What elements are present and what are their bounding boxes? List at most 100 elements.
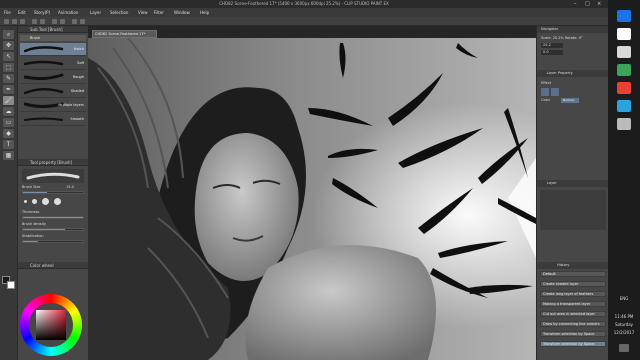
stabilization-label: Stabilization (22, 234, 44, 238)
app-icon[interactable] (617, 28, 631, 40)
undo-icon[interactable] (32, 19, 37, 24)
brush-item[interactable]: Soft (20, 57, 86, 70)
zoom-value-field[interactable]: 25.2 (541, 43, 563, 48)
size-preset-dot[interactable] (32, 199, 37, 204)
brush-stroke-preview (24, 88, 64, 95)
brush-group-tab[interactable]: Brush (20, 35, 86, 41)
layer-property-header: Layer Property (537, 70, 609, 77)
effect-icon[interactable] (541, 88, 549, 96)
eraser-tool-icon[interactable]: ▭ (3, 118, 14, 127)
brush-tool-icon[interactable]: 🖌 (3, 96, 14, 105)
deselect-icon[interactable] (80, 19, 85, 24)
title-bar: CHD82 Scene-Feathered 17* (5400 x 3600px… (0, 0, 608, 8)
history-item[interactable]: Create long layer of feathers (540, 291, 606, 297)
ruler-tool-icon[interactable]: ▦ (3, 151, 14, 160)
notification-icon[interactable] (619, 344, 629, 352)
tool-palette: ⌕ ✥ ↖ ⬚ ✎ ✒ 🖌 ☁ ▭ ◆ T ▦ (0, 26, 18, 360)
clear-icon[interactable] (52, 19, 57, 24)
minimize-button[interactable]: – (574, 1, 577, 7)
brush-name: Hatch (73, 47, 84, 51)
history-item[interactable]: Transform selection by Space (540, 331, 606, 337)
menu-layer[interactable]: Layer (90, 10, 101, 15)
brush-item[interactable]: Hatch (20, 43, 86, 56)
pen-tool-icon[interactable]: ✒ (3, 85, 14, 94)
document-tab[interactable]: CHD82 Scene-Feathered 17* (92, 30, 157, 38)
saturation-value-square[interactable] (36, 310, 66, 340)
brush-stroke-preview (24, 117, 63, 121)
menu-view[interactable]: View (138, 10, 148, 15)
app-icon[interactable] (617, 46, 631, 58)
rotate-value-field[interactable]: 0.0 (541, 50, 563, 55)
navigator-scale-label: Scale: 25.2% Rotate: 0° (541, 36, 583, 40)
artwork-illustration (88, 38, 536, 360)
layer-list[interactable] (540, 190, 606, 230)
clock-date: 12/2/2017 (613, 330, 635, 335)
size-preset-dot[interactable] (24, 200, 27, 203)
move-tool-icon[interactable]: ✥ (3, 41, 14, 50)
effect-icon[interactable] (551, 88, 559, 96)
menu-story[interactable]: Story(P) (34, 10, 50, 15)
thickness-label: Thickness (22, 210, 40, 214)
open-file-icon[interactable] (12, 19, 17, 24)
thickness-slider[interactable] (22, 216, 84, 219)
menu-help[interactable]: Help (200, 10, 209, 15)
text-tool-icon[interactable]: T (3, 140, 14, 149)
menu-animation[interactable]: Animation (58, 10, 78, 15)
artwork-canvas[interactable] (88, 38, 536, 360)
brush-item[interactable]: Multiple layers (20, 99, 86, 112)
history-item[interactable]: Create shaded layer (540, 281, 606, 287)
menu-filter[interactable]: Filter (154, 10, 164, 15)
history-item[interactable]: Draw by connecting line corners (540, 321, 606, 327)
brush-size-presets (22, 198, 84, 206)
fill-tool-icon[interactable]: ◆ (3, 129, 14, 138)
size-preset-dot[interactable] (42, 198, 49, 205)
stabilization-slider[interactable] (22, 240, 84, 243)
brush-name: Rough (72, 75, 84, 79)
brush-name: Multiple layers (58, 103, 84, 107)
color-wheel-header: Color wheel (18, 262, 88, 269)
brush-item[interactable]: Shaded (20, 85, 86, 98)
transform-icon[interactable] (72, 19, 77, 24)
redo-icon[interactable] (40, 19, 45, 24)
close-button[interactable]: × (597, 1, 601, 7)
maximize-button[interactable]: □ (585, 1, 590, 7)
brush-density-slider[interactable] (22, 228, 84, 231)
save-icon[interactable] (20, 19, 25, 24)
size-preset-dot[interactable] (54, 198, 61, 205)
selection-tool-icon[interactable]: ⬚ (3, 63, 14, 72)
clock-day: Saturday (614, 322, 634, 327)
menu-window[interactable]: Window (174, 10, 190, 15)
history-item[interactable]: Cut out area in selected layer (540, 311, 606, 317)
command-bar (0, 17, 608, 26)
operation-tool-icon[interactable]: ↖ (3, 52, 14, 61)
background-color-swatch[interactable] (7, 281, 15, 289)
language-indicator[interactable]: ENG (608, 296, 640, 301)
app-icon[interactable] (617, 100, 631, 112)
eyedropper-tool-icon[interactable]: ✎ (3, 74, 14, 83)
app-icon[interactable] (617, 64, 631, 76)
window-title: CHD82 Scene-Feathered 17* (5400 x 3600px… (219, 1, 389, 6)
brush-preview-box (22, 169, 84, 183)
brush-item[interactable]: Smooth (20, 113, 86, 126)
layer-color-label: Color (541, 98, 551, 102)
airbrush-tool-icon[interactable]: ☁ (3, 107, 14, 116)
brush-item[interactable]: Rough (20, 71, 86, 84)
settings-icon[interactable] (617, 118, 631, 130)
color-wheel[interactable] (20, 294, 82, 356)
brush-size-slider[interactable] (22, 191, 84, 194)
blend-mode-select[interactable]: Normal (561, 98, 579, 103)
history-item[interactable]: Making a transparent layer (540, 301, 606, 307)
history-item[interactable]: Default (540, 271, 606, 277)
clock-time[interactable]: 11:46 PM (608, 314, 640, 319)
brush-name: Soft (77, 61, 84, 65)
menu-file[interactable]: File (4, 10, 11, 15)
menu-edit[interactable]: Edit (18, 10, 26, 15)
app-icon[interactable] (617, 10, 631, 22)
zoom-tool-icon[interactable]: ⌕ (3, 30, 14, 39)
app-icon[interactable] (617, 82, 631, 94)
fill-selection-icon[interactable] (60, 19, 65, 24)
layer-panel-header: Layer (537, 180, 609, 187)
history-item[interactable]: Transform selection by Space (540, 341, 606, 347)
new-file-icon[interactable] (4, 19, 9, 24)
menu-selection[interactable]: Selection (110, 10, 128, 15)
